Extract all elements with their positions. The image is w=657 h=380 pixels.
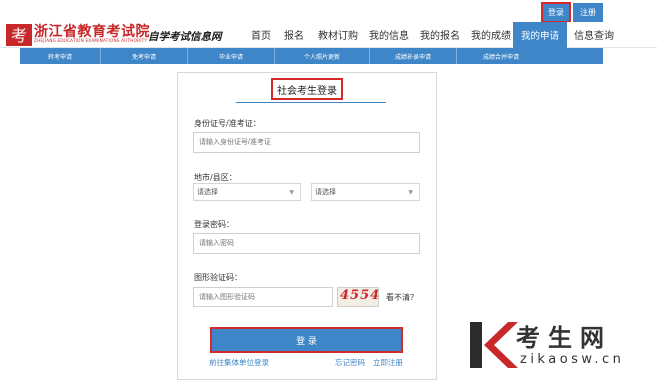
subnav-graduation[interactable]: 毕业申请 <box>188 48 274 64</box>
nav-textbook-order[interactable]: 教材订购 <box>318 27 358 42</box>
watermark-title: 考生网 <box>516 323 612 352</box>
nav-registration[interactable]: 报名 <box>284 27 304 42</box>
nav-my-scores[interactable]: 我的成绩 <box>471 27 511 42</box>
chevron-down-icon: ▼ <box>408 188 413 196</box>
tab-underline <box>236 102 386 103</box>
nav-info-query[interactable]: 信息查询 <box>574 27 614 42</box>
watermark-url: zikaosw.cn <box>520 352 625 367</box>
captcha-refresh-link[interactable]: 看不清？ <box>386 292 418 303</box>
chevron-down-icon: ▼ <box>289 188 294 196</box>
id-number-input[interactable] <box>193 132 420 153</box>
captcha-input[interactable] <box>193 287 333 307</box>
subnav-photo-update[interactable]: 个人照片更新 <box>275 48 369 64</box>
logo-subtitle: ZHEJIANG EDUCATION EXAMINATIONS AUTHORIT… <box>34 38 148 43</box>
district-select-value: 请选择 <box>315 188 336 196</box>
subnav-transfer-exam[interactable]: 转考申请 <box>20 48 100 64</box>
exam-authority-logo-icon: 考 <box>6 24 32 46</box>
id-number-label: 身份证号/准考证： <box>194 119 261 128</box>
nav-my-registration[interactable]: 我的报名 <box>420 27 460 42</box>
forgot-password-link[interactable]: 忘记密码 <box>335 357 365 368</box>
top-register-button[interactable]: 注册 <box>573 3 603 22</box>
region-label: 地市/县区： <box>194 173 237 182</box>
captcha-label: 图形验证码： <box>194 273 242 282</box>
password-label: 登录密码： <box>194 220 234 229</box>
svg-text:考: 考 <box>11 26 27 45</box>
subnav-score-merge[interactable]: 成绩合并申请 <box>457 48 545 64</box>
subnav-score-supplement[interactable]: 成绩补录申请 <box>370 48 456 64</box>
watermark-k-logo-icon <box>470 322 518 368</box>
site-name: 自学考试信息网 <box>148 31 222 43</box>
nav-my-info[interactable]: 我的信息 <box>369 27 409 42</box>
register-now-link[interactable]: 立即注册 <box>373 357 403 368</box>
top-login-button[interactable]: 登录 <box>541 2 571 23</box>
captcha-code: 4554 <box>340 288 381 303</box>
group-login-link[interactable]: 前往集体单位登录 <box>209 357 269 368</box>
district-select[interactable]: 请选择 ▼ <box>311 183 420 201</box>
city-select[interactable]: 请选择 ▼ <box>193 183 301 201</box>
tab-social-candidate-login[interactable]: 社会考生登录 <box>271 78 343 100</box>
login-submit-button[interactable]: 登 录 <box>210 327 403 353</box>
nav-home[interactable]: 首页 <box>251 27 271 42</box>
city-select-value: 请选择 <box>197 188 218 196</box>
password-input[interactable] <box>193 233 420 254</box>
subnav-exam-exemption[interactable]: 免考申请 <box>101 48 187 64</box>
nav-my-applications[interactable]: 我的申请 <box>513 22 567 48</box>
